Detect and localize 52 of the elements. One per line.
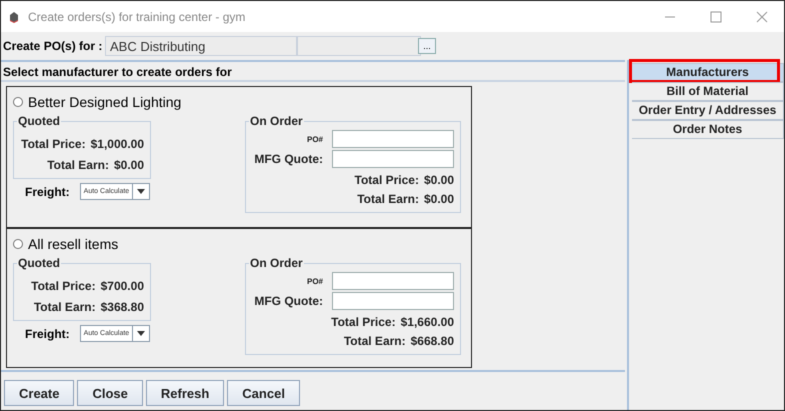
field-label: PO# [306, 134, 323, 144]
freight-label: Freight: [25, 326, 70, 340]
group-title: Quoted [17, 114, 61, 128]
group-title: On Order [249, 256, 304, 270]
field-label: Total Price: [31, 279, 96, 293]
mfg-quote-field[interactable] [332, 150, 454, 168]
manufacturer-name: All resell items [28, 236, 118, 252]
field-label: Total Earn: [34, 300, 96, 314]
field-value: $668.80 [410, 334, 454, 348]
field-label: Total Price: [331, 315, 396, 329]
freight-label: Freight: [25, 184, 70, 198]
caret-icon [137, 189, 146, 194]
caret-icon [137, 331, 146, 336]
vendor-field[interactable]: ABC Distributing [105, 36, 297, 56]
dialog-button[interactable]: Cancel [227, 380, 300, 406]
po-for-label: Create PO(s) for : [2, 39, 104, 53]
radio-button[interactable] [13, 239, 23, 249]
dialog-button[interactable]: Close [77, 380, 143, 406]
field-value: $700.00 [100, 279, 144, 293]
browse-button[interactable]: ... [418, 38, 436, 54]
dialog-button[interactable]: Refresh [146, 380, 224, 406]
field-label: Total Earn: [47, 158, 109, 172]
field-value: $1,000.00 [90, 137, 144, 151]
field-label: Total Price: [354, 173, 419, 187]
window-title: Create orders(s) for training center - gym [28, 10, 246, 24]
vendor-extra-field[interactable] [297, 36, 421, 56]
field-label: MFG Quote: [254, 294, 323, 308]
field-label: Total Earn: [357, 192, 419, 206]
group-title: Quoted [17, 256, 61, 270]
field-value: $1,660.00 [400, 315, 454, 329]
field-label: Total Earn: [344, 334, 406, 348]
close-icon[interactable] [756, 10, 768, 22]
side-tab[interactable]: Order Notes [632, 120, 784, 139]
maximize-icon[interactable] [710, 10, 722, 22]
manufacturer-name: Better Designed Lighting [28, 94, 182, 110]
field-value: $368.80 [100, 300, 144, 314]
group-title: On Order [249, 114, 304, 128]
po-number-field[interactable] [332, 130, 454, 148]
field-label: PO# [306, 276, 323, 286]
field-label: Total Price: [21, 137, 86, 151]
radio-button[interactable] [13, 97, 23, 107]
side-tab[interactable]: Bill of Material [632, 82, 784, 101]
section-header: Select manufacturer to create orders for [1, 60, 625, 82]
app-icon [8, 10, 20, 22]
po-number-field[interactable] [332, 272, 454, 290]
field-value: $0.00 [114, 158, 144, 172]
field-value: $0.00 [424, 173, 454, 187]
dialog-button[interactable]: Create [4, 380, 74, 406]
field-value: $0.00 [424, 192, 454, 206]
side-tab[interactable]: Order Entry / Addresses [632, 101, 784, 120]
field-label: MFG Quote: [254, 152, 323, 166]
mfg-quote-field[interactable] [332, 292, 454, 310]
